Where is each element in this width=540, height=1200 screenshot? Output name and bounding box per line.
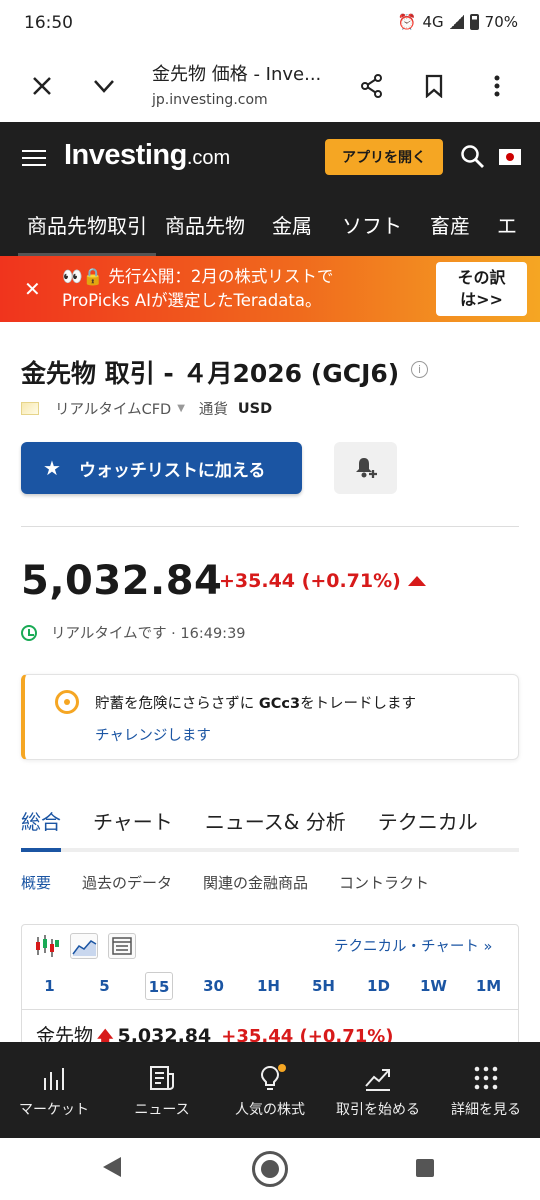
recent-apps-icon[interactable] [416,1159,434,1177]
system-nav-bar [0,1138,540,1200]
nav-news[interactable]: ニュース [108,1042,216,1138]
page-title: 金先物 価格 - Inve... [152,64,322,85]
alarm-icon: ⏰ [397,13,417,31]
home-icon[interactable] [252,1151,288,1187]
period-option[interactable]: 30 [186,972,241,1000]
target-icon [55,690,79,714]
tab-chart[interactable]: チャート [93,798,173,848]
bookmark-icon[interactable] [414,66,454,106]
promo-banner: ✕ 👀🔒 先行公開：2月の株式リストで ProPicks AIが選定したTera… [0,256,540,322]
bell-plus-icon [355,458,377,478]
technical-chart-link[interactable]: テクニカル・チャート » [334,935,492,956]
up-arrow-icon [408,576,426,586]
category-nav: 商品先物取引 商品先物 金属 ソフト 畜産 エ [0,192,540,256]
add-alert-button[interactable] [334,442,397,494]
tab-overview[interactable]: 総合 [21,798,61,852]
main-tabs: 総合 チャート ニュース& 分析 テクニカル [21,798,519,852]
data-source[interactable]: リアルタイムCFD [55,398,171,419]
newspaper-icon [150,1066,174,1090]
category-tab[interactable]: 金属 [254,192,330,256]
japan-flag-icon[interactable] [499,149,521,165]
tab-technical[interactable]: テクニカル [378,798,478,848]
period-selector: 1 5 15 30 1H 5H 1D 1W 1M [22,972,518,1000]
subtab-summary[interactable]: 概要 [21,872,51,893]
share-icon[interactable] [352,66,392,106]
challenge-text: 貯蓄を危険にさらさずに GCc3をトレードします [95,696,417,712]
clock-icon [21,624,37,641]
sub-tabs: 概要 過去のデータ 関連の金融商品 コントラクト [21,872,460,893]
category-tab[interactable]: 商品先物 [156,192,254,256]
subtab-related-instruments[interactable]: 関連の金融商品 [203,872,308,893]
page-url: jp.investing.com [152,92,268,108]
promo-close-icon[interactable]: ✕ [24,277,41,301]
category-tab[interactable]: エ [488,192,526,256]
nav-popular-stocks[interactable]: 人気の株式 [216,1042,324,1138]
investing-logo[interactable]: Investing.com [64,139,230,172]
source-icon [21,402,39,415]
screen: 16:50 ⏰ 4G 70% 金先物 価格 - Inve... jp.inves… [0,0,540,1200]
status-time: 16:50 [24,13,73,33]
info-icon[interactable]: i [411,361,428,378]
period-option-active[interactable]: 15 [145,972,173,1000]
divider [21,526,519,527]
period-option[interactable]: 5H [296,972,351,1000]
chevron-down-icon[interactable] [84,66,124,106]
open-app-button[interactable]: アプリを開く [325,139,443,175]
period-option[interactable]: 1H [241,972,296,1000]
chart-widget: テクニカル・チャート » 1 5 15 30 1H 5H 1D 1W 1M 金先… [21,924,519,1054]
nav-start-trading[interactable]: 取引を始める [324,1042,432,1138]
status-icons: ⏰ 4G 70% [398,13,518,31]
search-icon[interactable] [460,144,486,170]
category-tab[interactable]: ソフト [330,192,418,256]
realtime-status: リアルタイムです · 16:49:39 [21,622,246,643]
bottom-nav: マーケット ニュース 人気の株式 取引を始める 詳細を見る [0,1042,540,1138]
category-tab[interactable]: 商品先物取引 [18,192,156,256]
site-header: Investing.com アプリを開く [0,122,540,192]
instrument-meta: リアルタイムCFD ▼ 通貨 USD [21,398,272,419]
period-option[interactable]: 1W [406,972,461,1000]
last-price: 5,032.84 [21,558,223,604]
currency-value: USD [237,400,273,417]
area-chart-icon[interactable] [70,933,98,959]
back-icon[interactable] [103,1157,121,1177]
tab-news-analysis[interactable]: ニュース& 分析 [205,798,346,848]
promo-cta-button[interactable]: その訳 は>> [436,262,527,316]
menu-icon[interactable] [22,150,46,166]
price-change: +35.44 (+0.71%) [219,570,401,592]
candlestick-chart-icon[interactable] [34,933,62,959]
signal-icon [449,15,464,29]
divider [22,1009,518,1010]
caret-down-icon[interactable]: ▼ [177,403,185,414]
trade-challenge-card[interactable]: 貯蓄を危険にさらさずに GCc3をトレードします チャレンジします [21,674,519,760]
battery-level: 70% [484,13,518,31]
subtab-historical-data[interactable]: 過去のデータ [82,872,172,893]
battery-icon [469,14,479,30]
status-bar: 16:50 ⏰ 4G 70% [0,0,540,48]
period-option[interactable]: 1D [351,972,406,1000]
star-icon: ★ [43,456,61,480]
period-option[interactable]: 1M [461,972,516,1000]
period-option[interactable]: 5 [77,972,132,1000]
period-option[interactable]: 1 [22,972,77,1000]
close-icon[interactable] [22,66,62,106]
category-tab[interactable]: 畜産 [418,192,488,256]
add-to-watchlist-button[interactable]: ★ ウォッチリストに加える [21,442,302,494]
browser-toolbar: 金先物 価格 - Inve... jp.investing.com [0,48,540,122]
bar-chart-icon [44,1068,64,1090]
notification-dot [278,1064,286,1072]
nav-markets[interactable]: マーケット [0,1042,108,1138]
challenge-link[interactable]: チャレンジします [95,724,211,745]
network-label: 4G [422,13,444,31]
subtab-contracts[interactable]: コントラクト [339,872,429,893]
table-view-icon[interactable] [108,933,136,959]
currency-label: 通貨 [198,402,228,418]
instrument-title: 金先物 取引 - ４月2026 (GCJ6) [21,359,400,388]
more-options-icon[interactable] [477,66,517,106]
nav-more[interactable]: 詳細を見る [432,1042,540,1138]
grid-dots-icon [474,1066,498,1090]
promo-text[interactable]: 👀🔒 先行公開：2月の株式リストで ProPicks AIが選定したTerada… [62,265,333,313]
trend-up-icon [365,1069,390,1091]
